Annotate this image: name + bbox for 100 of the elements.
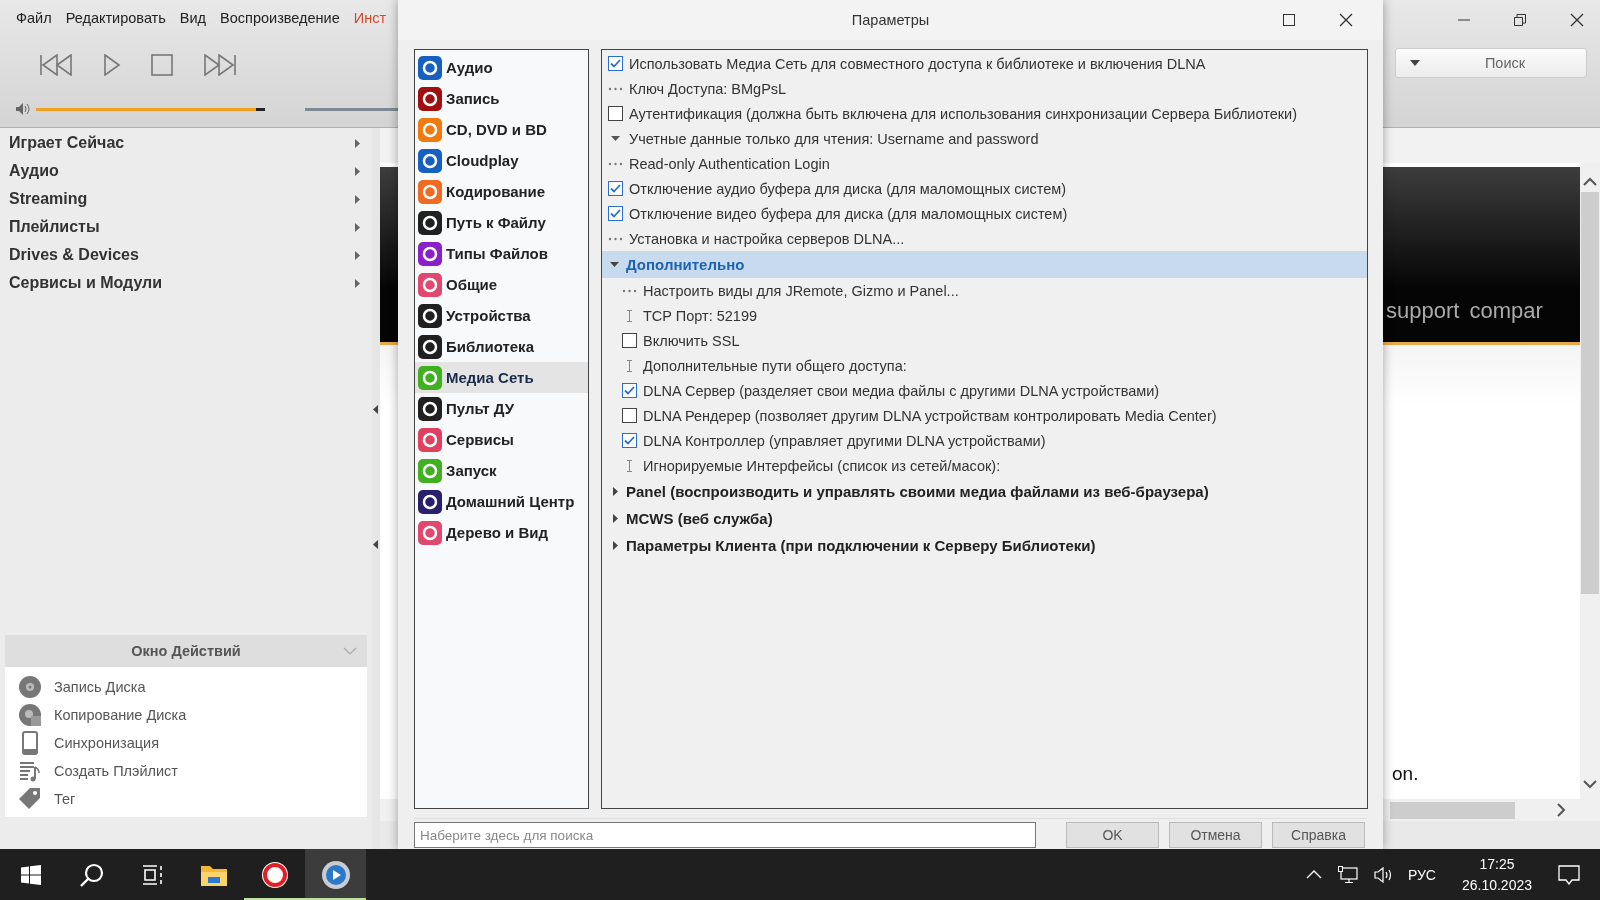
network-icon[interactable]	[1337, 865, 1358, 884]
menu-item[interactable]: Воспроизведение	[220, 10, 340, 26]
expand-icon[interactable]	[610, 541, 620, 550]
tree-item[interactable]: Сервисы и Модули	[0, 269, 372, 297]
option-link[interactable]: Ключ Доступа: BMgPsL	[629, 80, 787, 97]
menu-item[interactable]: Инст	[353, 10, 387, 26]
menu-item[interactable]: Файл	[16, 10, 52, 26]
tree-item[interactable]: Плейлисты	[0, 213, 372, 241]
browser-icon	[260, 860, 289, 889]
action-item[interactable]: Запись Диска	[5, 673, 367, 701]
arrow-icon	[355, 166, 360, 176]
language-indicator[interactable]: РУС	[1407, 866, 1436, 883]
windows-icon	[20, 864, 41, 885]
action-item[interactable]: Синхронизация	[5, 729, 367, 757]
arrow-icon	[355, 222, 360, 232]
checkbox[interactable]	[608, 56, 623, 71]
option-label: Аутентификация (должна быть включена для использования синхронизации Сервера Библиотеки)	[629, 105, 1298, 122]
maximize-icon[interactable]	[1283, 14, 1295, 26]
speaker-icon[interactable]	[1373, 866, 1394, 883]
tree-item[interactable]: Streaming	[0, 185, 372, 213]
option-label: Учетные данные только для чтения: Username and password	[629, 130, 1039, 147]
category-item[interactable]: Запуск	[415, 455, 588, 486]
chevron-up-icon[interactable]	[1305, 870, 1322, 879]
tag-icon	[18, 787, 42, 811]
previous-icon[interactable]	[39, 54, 73, 76]
search-field[interactable]: Наберите здесь для поиска	[414, 822, 1036, 848]
tree-item[interactable]: Drives & Devices	[0, 241, 372, 269]
option-label: Отключение видео буфера для диска (для маломощных систем)	[629, 205, 1068, 222]
tree-item[interactable]: Аудио	[0, 157, 372, 185]
section-header[interactable]: MCWS (веб служба)	[602, 505, 1367, 532]
category-item[interactable]: Медиа Сеть	[415, 362, 588, 393]
option-link[interactable]: Установка и настройка серверов DLNA...	[629, 230, 905, 247]
window-title: Параметры	[851, 12, 930, 28]
restore-icon[interactable]	[1514, 14, 1526, 26]
category-item[interactable]: Путь к Файлу	[415, 207, 588, 238]
category-item[interactable]: Сервисы	[415, 424, 588, 455]
dots-icon	[608, 236, 623, 241]
category-item[interactable]: Устройства	[415, 300, 588, 331]
category-item[interactable]: CD, DVD и BD	[415, 114, 588, 145]
menu-item[interactable]: Редактировать	[65, 10, 166, 26]
option-link[interactable]: Read-only Authentication Login	[629, 155, 830, 172]
checkbox[interactable]	[622, 433, 637, 448]
tree-item[interactable]: Играет Сейчас	[0, 129, 372, 157]
category-item[interactable]: Типы Файлов	[415, 238, 588, 269]
action-item[interactable]: Создать Плэйлист	[5, 757, 367, 785]
play-icon[interactable]	[103, 54, 121, 76]
checkbox[interactable]	[622, 408, 637, 423]
close-icon[interactable]	[1339, 13, 1353, 27]
checkbox[interactable]	[608, 206, 623, 221]
arrow-icon	[355, 278, 360, 288]
category-item[interactable]: Аудио	[415, 52, 588, 83]
option-link[interactable]: Настроить виды для JRemote, Gizmo и Panel...	[643, 282, 959, 299]
checkbox[interactable]	[608, 181, 623, 196]
section-header[interactable]: Panel (воспроизводить и управлять своими медиа файлами из веб-браузера)	[602, 478, 1367, 505]
dialog-button[interactable]: OK	[1066, 822, 1159, 848]
caret-icon[interactable]	[1410, 60, 1420, 66]
category-item[interactable]: Кодирование	[415, 176, 588, 207]
arrow-icon	[355, 138, 360, 148]
category-item[interactable]: Пульт ДУ	[415, 393, 588, 424]
task-view-icon	[141, 864, 164, 885]
search-icon	[78, 861, 105, 888]
category-item[interactable]: Домашний Центр	[415, 486, 588, 517]
notification-icon[interactable]	[1558, 864, 1580, 885]
expand-icon[interactable]	[610, 260, 620, 269]
category-item[interactable]: Cloudplay	[415, 145, 588, 176]
option-label: DLNA Сервер (разделяет свои медиа файлы с другими DLNA устройствами)	[643, 382, 1160, 399]
dots-icon	[608, 86, 623, 91]
category-item[interactable]: Библиотека	[415, 331, 588, 362]
checkbox[interactable]	[608, 106, 623, 121]
option-label: DLNA Рендерер (позволяет другим DLNA устройствам контролировать Media Center)	[643, 407, 1217, 424]
category-item[interactable]: Запись	[415, 83, 588, 114]
next-icon[interactable]	[203, 54, 237, 76]
section-header[interactable]: Дополнительно	[602, 251, 1367, 278]
dots-icon	[608, 161, 623, 166]
checkbox[interactable]	[622, 383, 637, 398]
section-header[interactable]: Параметры Клиента (при подключении к Серверу Библиотеки)	[602, 532, 1367, 559]
stop-icon[interactable]	[151, 54, 173, 76]
category-item[interactable]: Дерево и Вид	[415, 517, 588, 548]
volume-slider[interactable]	[36, 107, 265, 111]
nav-link[interactable]: compar	[1469, 298, 1543, 324]
expand-icon[interactable]	[610, 487, 620, 496]
taskbar-button[interactable]	[305, 849, 366, 900]
expand-icon[interactable]	[608, 134, 623, 143]
search-field[interactable]: Поиск	[1395, 48, 1587, 78]
checkbox[interactable]	[622, 333, 637, 348]
arrow-icon	[355, 194, 360, 204]
option-label: Использовать Медиа Сеть для совместного доступа к библиотеке и включения DLNA	[629, 55, 1206, 72]
expand-icon[interactable]	[610, 514, 620, 523]
menu-item[interactable]: Вид	[179, 10, 207, 26]
dialog-button[interactable]: Справка	[1272, 822, 1365, 848]
category-item[interactable]: Общие	[415, 269, 588, 300]
close-icon[interactable]	[1570, 13, 1584, 27]
playlist-icon	[18, 759, 42, 783]
action-item[interactable]: Копирование Диска	[5, 701, 367, 729]
nav-link[interactable]: support	[1386, 298, 1460, 324]
action-item[interactable]: Тег	[5, 785, 367, 813]
option-label: Отключение аудио буфера для диска (для маломощных систем)	[629, 180, 1067, 197]
dialog-button[interactable]: Отмена	[1169, 822, 1262, 848]
option-label: TCP Порт: 52199	[643, 307, 758, 324]
clock[interactable]: 17:25 26.10.2023	[1461, 853, 1532, 896]
